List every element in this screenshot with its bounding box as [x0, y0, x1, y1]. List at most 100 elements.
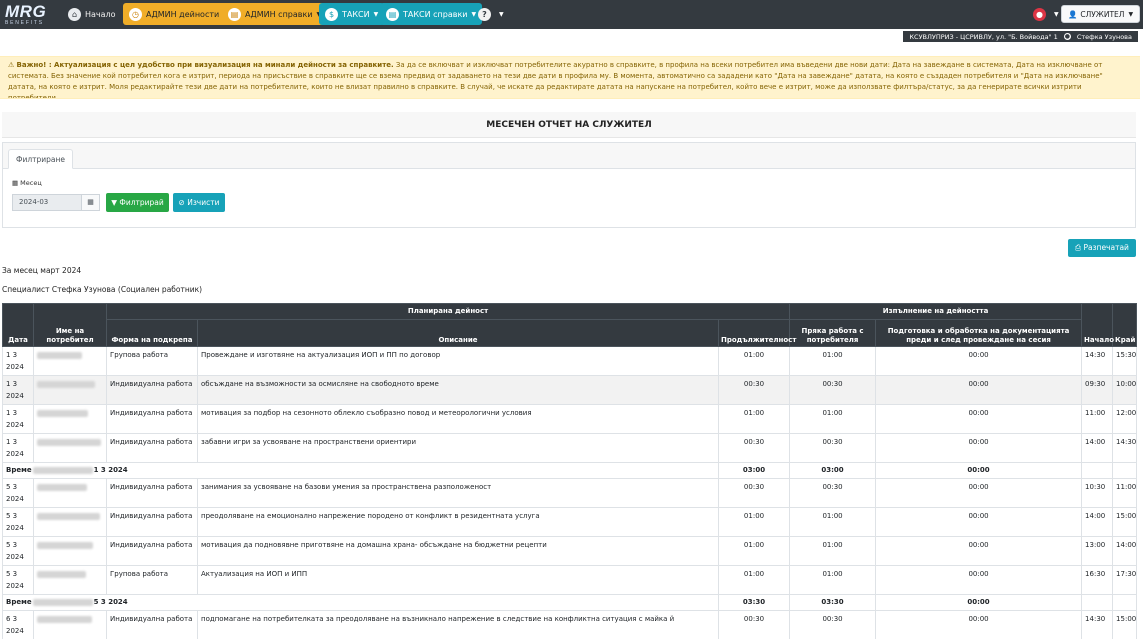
filter-card-header: Филтриране	[3, 143, 1135, 169]
table-row: 6 3 2024 Индивидуална работа подпомагане н…	[2, 610, 1138, 639]
cell-form: Индивидуална работа	[106, 375, 198, 405]
cell-user-name	[33, 507, 107, 537]
header-planned-group: Планирана дейност	[105, 303, 791, 320]
clear-button-label: Изчисти	[187, 198, 220, 207]
nav-admin-activities[interactable]: ◷ АДМИН дейности ▼	[123, 3, 234, 25]
organization-address: КСУВЛУПРИЗ - ЦСРИВЛУ, ул. "Б. Войвода" 1	[909, 32, 1058, 41]
redacted-name	[37, 570, 86, 578]
logo-text: MRG	[5, 2, 47, 21]
cell-form: Индивидуална работа	[106, 433, 198, 463]
table-row: 1 3 2024 Групова работа Провеждане и изгот…	[2, 346, 1138, 376]
document-icon: ▤	[228, 7, 241, 21]
day-total-empty	[1112, 462, 1138, 479]
caret-down-icon: ▼	[373, 10, 379, 18]
cell-description: мотивация да подновявне приготвяне на до…	[197, 536, 719, 566]
clear-button[interactable]: ⊘ Изчисти	[173, 193, 225, 212]
tab-filter[interactable]: Филтриране	[8, 149, 74, 169]
cell-start: 14:00	[1081, 433, 1114, 463]
cell-date: 1 3 2024	[2, 346, 34, 376]
cell-end: 10:00	[1112, 375, 1138, 405]
cell-form: Индивидуална работа	[106, 610, 198, 639]
report-month: За месец март 2024	[2, 266, 82, 275]
current-user-name: Стефка Узунова	[1076, 32, 1132, 41]
nav-fee-reports[interactable]: ▤ ТАКСИ справки ▼	[380, 3, 483, 25]
cell-direct-work: 01:00	[789, 404, 877, 434]
table-row: 5 3 2024 Индивидуална работа занимания за …	[2, 478, 1138, 508]
filter-button[interactable]: ▼ Филтрирай	[106, 193, 169, 212]
header-start: Начало	[1081, 303, 1114, 347]
day-total-direct: 03:00	[789, 462, 877, 479]
cell-date: 5 3 2024	[2, 565, 34, 595]
report-specialist: Специалист Стефка Узунова (Социален рабо…	[2, 285, 203, 294]
nav-home-label: Начало	[85, 9, 116, 19]
cell-description: занимания за усвояване на базови умения …	[197, 478, 719, 508]
cell-user-name	[33, 346, 107, 376]
cell-start: 16:30	[1081, 565, 1114, 595]
redacted-name	[37, 409, 88, 417]
header-description: Описание	[197, 319, 719, 347]
calendar-picker-button[interactable]: ▦	[81, 194, 100, 211]
cell-direct-work: 01:00	[789, 536, 877, 566]
cell-end: 15:30	[1112, 346, 1138, 376]
month-input[interactable]: 2024-03	[12, 194, 82, 211]
cell-date: 5 3 2024	[2, 478, 34, 508]
month-label-text: Месец	[20, 179, 42, 187]
cell-user-name	[33, 610, 107, 639]
filter-card: Филтриране ▦ Месец 2024-03 ▦ ▼ Филтрирай…	[2, 142, 1136, 228]
cell-form: Индивидуална работа	[106, 507, 198, 537]
funnel-icon: ▼	[111, 198, 118, 207]
alert-heading: Важно! : Актуализация с цел удобство при…	[16, 61, 394, 69]
cell-prep-work: 00:00	[875, 346, 1083, 376]
cell-end: 12:00	[1112, 404, 1138, 434]
dollar-icon: $	[325, 7, 338, 21]
home-icon: ⌂	[68, 7, 81, 21]
cell-prep-work: 00:00	[875, 433, 1083, 463]
cell-end: 17:30	[1112, 565, 1138, 595]
cell-form: Индивидуална работа	[106, 478, 198, 508]
nav-admin-activities-label: АДМИН дейности	[146, 9, 220, 19]
report-table: Дата Име на потребител Планирана дейност…	[2, 303, 1138, 639]
cell-duration: 00:30	[717, 433, 791, 463]
cell-duration: 01:00	[717, 536, 791, 566]
cell-direct-work: 00:30	[789, 375, 877, 405]
table-row: 5 3 2024 Индивидуална работа мотивация да …	[2, 536, 1138, 566]
calendar-icon: ▦	[12, 179, 19, 187]
cell-duration: 00:30	[717, 610, 791, 639]
cell-start: 14:30	[1081, 610, 1114, 639]
nav-fees-label: ТАКСИ	[342, 9, 370, 19]
day-total-duration: 03:00	[717, 462, 791, 479]
table-row: 1 3 2024 Индивидуална работа мотивация за …	[2, 404, 1138, 434]
cell-duration: 01:00	[717, 346, 791, 376]
cell-date: 5 3 2024	[2, 507, 34, 537]
nav-help[interactable]: ? ▼	[474, 3, 508, 25]
day-total-direct: 03:30	[789, 594, 877, 611]
redacted-name	[37, 351, 82, 359]
header-prep-work: Подготовка и обработка на документацията…	[875, 319, 1083, 347]
print-button[interactable]: ⎙ Разпечатай	[1068, 239, 1136, 257]
cell-direct-work: 00:30	[789, 433, 877, 463]
cell-user-name	[33, 404, 107, 434]
caret-down-icon: ▼	[499, 10, 504, 18]
cell-prep-work: 00:00	[875, 375, 1083, 405]
day-total-empty	[1112, 594, 1138, 611]
printer-icon: ⎙	[1075, 243, 1082, 252]
report-table-body: 1 3 2024 Групова работа Провеждане и изгот…	[2, 346, 1138, 639]
cell-prep-work: 00:00	[875, 536, 1083, 566]
cell-duration: 01:00	[717, 565, 791, 595]
nav-notifications[interactable]: ● ▼	[1029, 3, 1063, 25]
cell-direct-work: 01:00	[789, 346, 877, 376]
table-row: 1 3 2024 Индивидуална работа забавни игри …	[2, 433, 1138, 463]
cell-description: Провеждане и изготвяне на актуализация И…	[197, 346, 719, 376]
cell-start: 14:30	[1081, 346, 1114, 376]
nav-fees[interactable]: $ ТАКСИ ▼	[319, 3, 385, 25]
page-title: МЕСЕЧЕН ОТЧЕТ НА СЛУЖИТЕЛ	[2, 112, 1136, 138]
cell-duration: 01:00	[717, 404, 791, 434]
user-menu-button[interactable]: 👤 СЛУЖИТЕЛ ▼	[1061, 5, 1141, 23]
day-total-label: Време 5 3 2024	[2, 594, 719, 611]
nav-admin-reports[interactable]: ▤ АДМИН справки ▼	[222, 3, 328, 25]
user-circle-icon: ●	[1063, 33, 1071, 40]
cell-date: 1 3 2024	[2, 375, 34, 405]
table-row: 1 3 2024 Индивидуална работа обсъждане на …	[2, 375, 1138, 405]
mrg-logo[interactable]: MRG BENEFITS	[5, 3, 55, 26]
nav-home[interactable]: ⌂ Начало	[64, 3, 120, 25]
